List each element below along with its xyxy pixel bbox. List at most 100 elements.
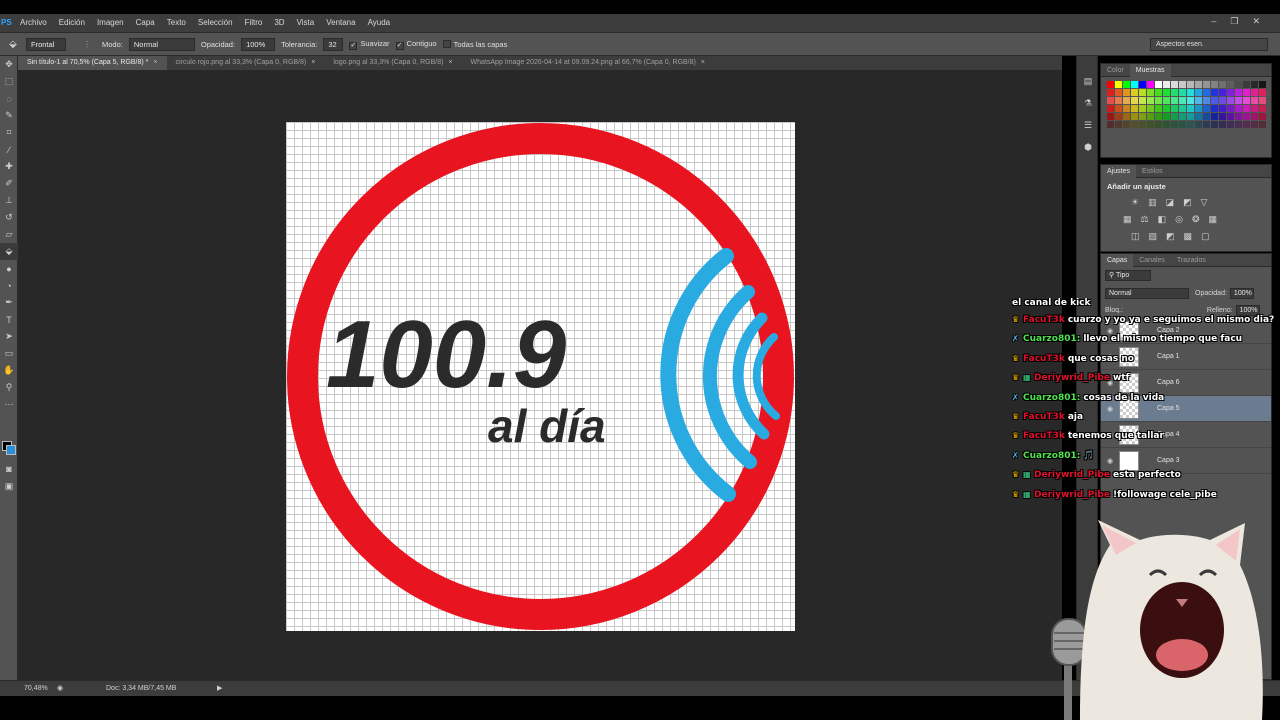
levels-icon[interactable]: ▥ bbox=[1148, 197, 1157, 208]
color-swatch[interactable] bbox=[1251, 89, 1258, 96]
color-swatch[interactable] bbox=[1107, 121, 1114, 128]
color-swatch[interactable] bbox=[1227, 97, 1234, 104]
swatch-grid[interactable] bbox=[1101, 77, 1271, 132]
curves-icon[interactable]: ◪ bbox=[1166, 197, 1175, 208]
exposure-icon[interactable]: ◩ bbox=[1183, 197, 1192, 208]
tab-styles[interactable]: Estilos bbox=[1136, 165, 1169, 178]
color-swatch[interactable] bbox=[1171, 113, 1178, 120]
color-swatch[interactable] bbox=[1211, 113, 1218, 120]
document-tab[interactable]: logo.png al 33,3% (Capa 0, RGB/8) × bbox=[324, 56, 461, 70]
menu-item-ventana[interactable]: Ventana bbox=[320, 14, 361, 32]
tab-paths[interactable]: Trazados bbox=[1171, 254, 1212, 267]
posterize-icon[interactable]: ▨ bbox=[1149, 231, 1158, 242]
opacity-input[interactable]: 100% bbox=[241, 37, 276, 51]
color-swatch[interactable] bbox=[1115, 81, 1122, 88]
color-swatch[interactable] bbox=[1203, 81, 1210, 88]
color-swatch[interactable] bbox=[1107, 81, 1114, 88]
eraser-tool-icon[interactable]: ▱ bbox=[0, 226, 18, 243]
tab-channels[interactable]: Canales bbox=[1133, 254, 1171, 267]
color-swatch[interactable] bbox=[1243, 121, 1250, 128]
brush-tool-icon[interactable]: ✐ bbox=[0, 175, 18, 192]
color-swatch[interactable] bbox=[1259, 121, 1266, 128]
color-swatch[interactable] bbox=[1259, 81, 1266, 88]
color-swatch[interactable] bbox=[1155, 97, 1162, 104]
color-swatch[interactable] bbox=[1147, 97, 1154, 104]
color-swatch[interactable] bbox=[1227, 121, 1234, 128]
menu-item-selección[interactable]: Selección bbox=[192, 14, 239, 32]
color-swatch[interactable] bbox=[1115, 121, 1122, 128]
color-swatch[interactable] bbox=[1227, 89, 1234, 96]
contiguous-checkbox[interactable]: ✓ Contiguo bbox=[395, 39, 437, 50]
color-swatch[interactable] bbox=[1235, 105, 1242, 112]
color-swatch[interactable] bbox=[1259, 97, 1266, 104]
color-swatch[interactable] bbox=[1163, 81, 1170, 88]
color-swatch[interactable] bbox=[1163, 105, 1170, 112]
color-swatch[interactable] bbox=[1251, 113, 1258, 120]
lasso-tool-icon[interactable]: ◌ bbox=[0, 90, 18, 107]
color-swatch[interactable] bbox=[1243, 105, 1250, 112]
invert-icon[interactable]: ◫ bbox=[1131, 231, 1140, 242]
color-swatch[interactable] bbox=[1251, 97, 1258, 104]
fill-source-select[interactable]: Frontal bbox=[26, 37, 66, 51]
color-swatch[interactable] bbox=[1211, 97, 1218, 104]
color-swatch[interactable] bbox=[1139, 113, 1146, 120]
channel-mixer-icon[interactable]: ❂ bbox=[1192, 214, 1200, 225]
color-swatch[interactable] bbox=[1235, 113, 1242, 120]
color-swatch[interactable] bbox=[1203, 105, 1210, 112]
color-swatch[interactable] bbox=[1155, 81, 1162, 88]
color-swatch[interactable] bbox=[1251, 81, 1258, 88]
color-swatch[interactable] bbox=[1219, 105, 1226, 112]
hue-saturation-icon[interactable]: ▦ bbox=[1123, 214, 1132, 225]
color-swatch[interactable] bbox=[1139, 121, 1146, 128]
selective-color-icon[interactable]: ▢ bbox=[1201, 231, 1210, 242]
color-swatch[interactable] bbox=[1259, 89, 1266, 96]
color-swatch[interactable] bbox=[1131, 89, 1138, 96]
marquee-tool-icon[interactable]: ⬚ bbox=[0, 73, 18, 90]
artwork-canvas[interactable]: 100.9 al día bbox=[286, 122, 795, 631]
close-tab-icon[interactable]: × bbox=[701, 59, 705, 66]
color-swatch[interactable] bbox=[1219, 97, 1226, 104]
color-swatch[interactable] bbox=[1163, 121, 1170, 128]
color-swatch[interactable] bbox=[1163, 97, 1170, 104]
mode-select[interactable]: Normal bbox=[128, 37, 195, 51]
color-swatch[interactable] bbox=[1187, 121, 1194, 128]
zoom-level[interactable]: 70,48% bbox=[24, 685, 48, 692]
color-swatch[interactable] bbox=[1219, 89, 1226, 96]
3d-panel-icon[interactable]: ⬢ bbox=[1077, 136, 1099, 158]
color-swatch[interactable] bbox=[1259, 105, 1266, 112]
close-tab-icon[interactable]: × bbox=[153, 59, 157, 66]
all-layers-checkbox[interactable]: Todas las capas bbox=[442, 39, 507, 49]
history-panel-icon[interactable]: ▤ bbox=[1077, 70, 1099, 92]
pattern-picker-icon[interactable]: ⋮ bbox=[72, 40, 102, 49]
menu-item-ayuda[interactable]: Ayuda bbox=[362, 14, 397, 32]
color-balance-icon[interactable]: ⚖ bbox=[1141, 214, 1149, 225]
document-tab[interactable]: Sin título-1 al 70,5% (Capa 5, RGB/8) * × bbox=[18, 56, 167, 70]
color-swatch[interactable] bbox=[1163, 89, 1170, 96]
color-swatch[interactable] bbox=[1155, 113, 1162, 120]
color-swatch[interactable] bbox=[1147, 81, 1154, 88]
status-menu-arrow-icon[interactable]: ▶ bbox=[217, 684, 222, 692]
actions-panel-icon[interactable]: ☰ bbox=[1077, 114, 1099, 136]
color-swatch[interactable] bbox=[1195, 121, 1202, 128]
color-swatch[interactable] bbox=[1187, 113, 1194, 120]
color-swatch[interactable] bbox=[1147, 113, 1154, 120]
color-swatch[interactable] bbox=[1243, 81, 1250, 88]
menu-item-filtro[interactable]: Filtro bbox=[239, 14, 269, 32]
color-swatch[interactable] bbox=[1219, 81, 1226, 88]
color-swatch[interactable] bbox=[1115, 105, 1122, 112]
background-color-swatch[interactable] bbox=[6, 445, 16, 455]
color-swatch[interactable] bbox=[1155, 89, 1162, 96]
color-swatch[interactable] bbox=[1147, 105, 1154, 112]
zoom-tool-icon[interactable]: ⚲ bbox=[0, 379, 18, 396]
tab-adjustments[interactable]: Ajustes bbox=[1101, 164, 1136, 178]
color-swatch[interactable] bbox=[1235, 89, 1242, 96]
color-swatch[interactable] bbox=[1115, 113, 1122, 120]
more-tools-icon[interactable]: ⋯ bbox=[0, 396, 18, 413]
minimize-button[interactable]: – bbox=[1211, 16, 1216, 27]
screen-mode-icon[interactable]: ▣ bbox=[0, 478, 18, 495]
color-swatch[interactable] bbox=[1243, 89, 1250, 96]
color-swatch[interactable] bbox=[1227, 81, 1234, 88]
color-swatch[interactable] bbox=[1203, 121, 1210, 128]
menu-item-3d[interactable]: 3D bbox=[268, 14, 290, 32]
hand-tool-icon[interactable]: ✋ bbox=[0, 362, 18, 379]
